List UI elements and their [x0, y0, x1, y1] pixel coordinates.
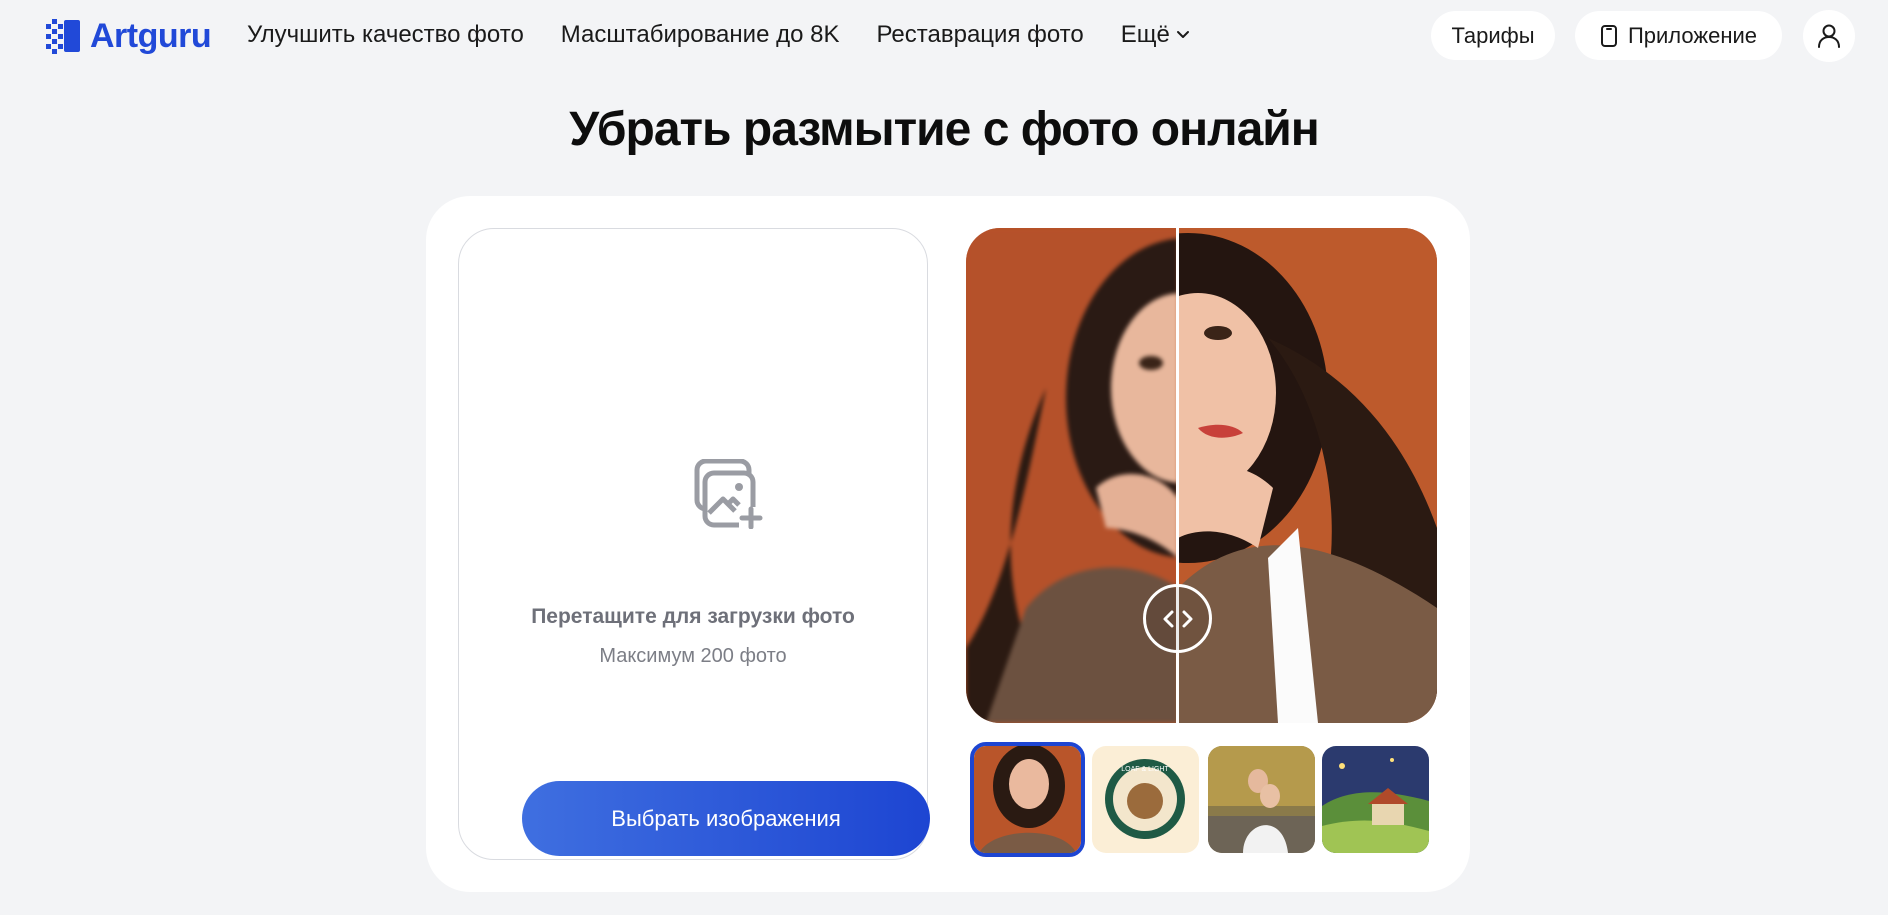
- app-label: Приложение: [1627, 22, 1758, 48]
- artguru-logo-icon: [46, 19, 80, 54]
- tariffs-label: Тарифы: [1451, 22, 1535, 48]
- tariffs-button[interactable]: Тарифы: [1431, 11, 1555, 60]
- before-after-preview[interactable]: [966, 228, 1437, 723]
- thumbnail-landscape-image: [1322, 746, 1429, 853]
- thumbnail-logo-image: LOAF & LIGHT: [1092, 746, 1199, 853]
- sample-thumbnail-couple[interactable]: [1208, 746, 1315, 853]
- compare-slider-handle[interactable]: [1143, 584, 1212, 653]
- user-icon: [1818, 24, 1840, 48]
- thumbnail-portrait-image: [974, 746, 1081, 853]
- sample-thumbnail-landscape[interactable]: [1322, 746, 1429, 853]
- preview-before-image: [966, 228, 1178, 723]
- artguru-logo[interactable]: Artguru: [46, 17, 212, 55]
- preview-after-image: [1178, 228, 1437, 723]
- left-right-arrows-icon: [1163, 610, 1192, 627]
- sample-thumbnail-logo[interactable]: LOAF & LIGHT: [1092, 746, 1199, 853]
- nav-item-upscale[interactable]: Масштабирование до 8K: [561, 20, 840, 50]
- chevron-down-icon: [1176, 31, 1189, 38]
- phone-icon: [1600, 24, 1617, 47]
- upload-title: Перетащите для загрузки фото: [531, 605, 855, 628]
- thumbnail-logo-text: LOAF & LIGHT: [1121, 766, 1169, 773]
- nav-item-enhance[interactable]: Улучшить качество фото: [247, 20, 524, 50]
- user-account-button[interactable]: [1803, 10, 1855, 62]
- logo-text: Artguru: [90, 17, 212, 55]
- nav-more-label: Ещё: [1120, 21, 1170, 48]
- upload-dropzone[interactable]: Перетащите для загрузки фото Максимум 20…: [458, 228, 930, 860]
- page-title: Убрать размытие с фото онлайн: [569, 103, 1320, 156]
- thumbnail-couple-image: [1208, 746, 1315, 853]
- app-button[interactable]: Приложение: [1575, 11, 1782, 60]
- top-header: Artguru Улучшить качество фото Масштабир…: [0, 0, 1888, 72]
- nav-item-restore[interactable]: Реставрация фото: [876, 20, 1083, 50]
- select-images-button[interactable]: Выбрать изображения: [522, 781, 930, 856]
- image-add-icon: [694, 459, 763, 529]
- sample-thumbnail-portrait[interactable]: [970, 742, 1085, 857]
- tool-card: Перетащите для загрузки фото Максимум 20…: [426, 196, 1470, 892]
- main-nav: Улучшить качество фото Масштабирование д…: [247, 20, 1227, 50]
- upload-subtitle: Максимум 200 фото: [599, 645, 787, 667]
- nav-more-menu[interactable]: Ещё: [1121, 20, 1190, 50]
